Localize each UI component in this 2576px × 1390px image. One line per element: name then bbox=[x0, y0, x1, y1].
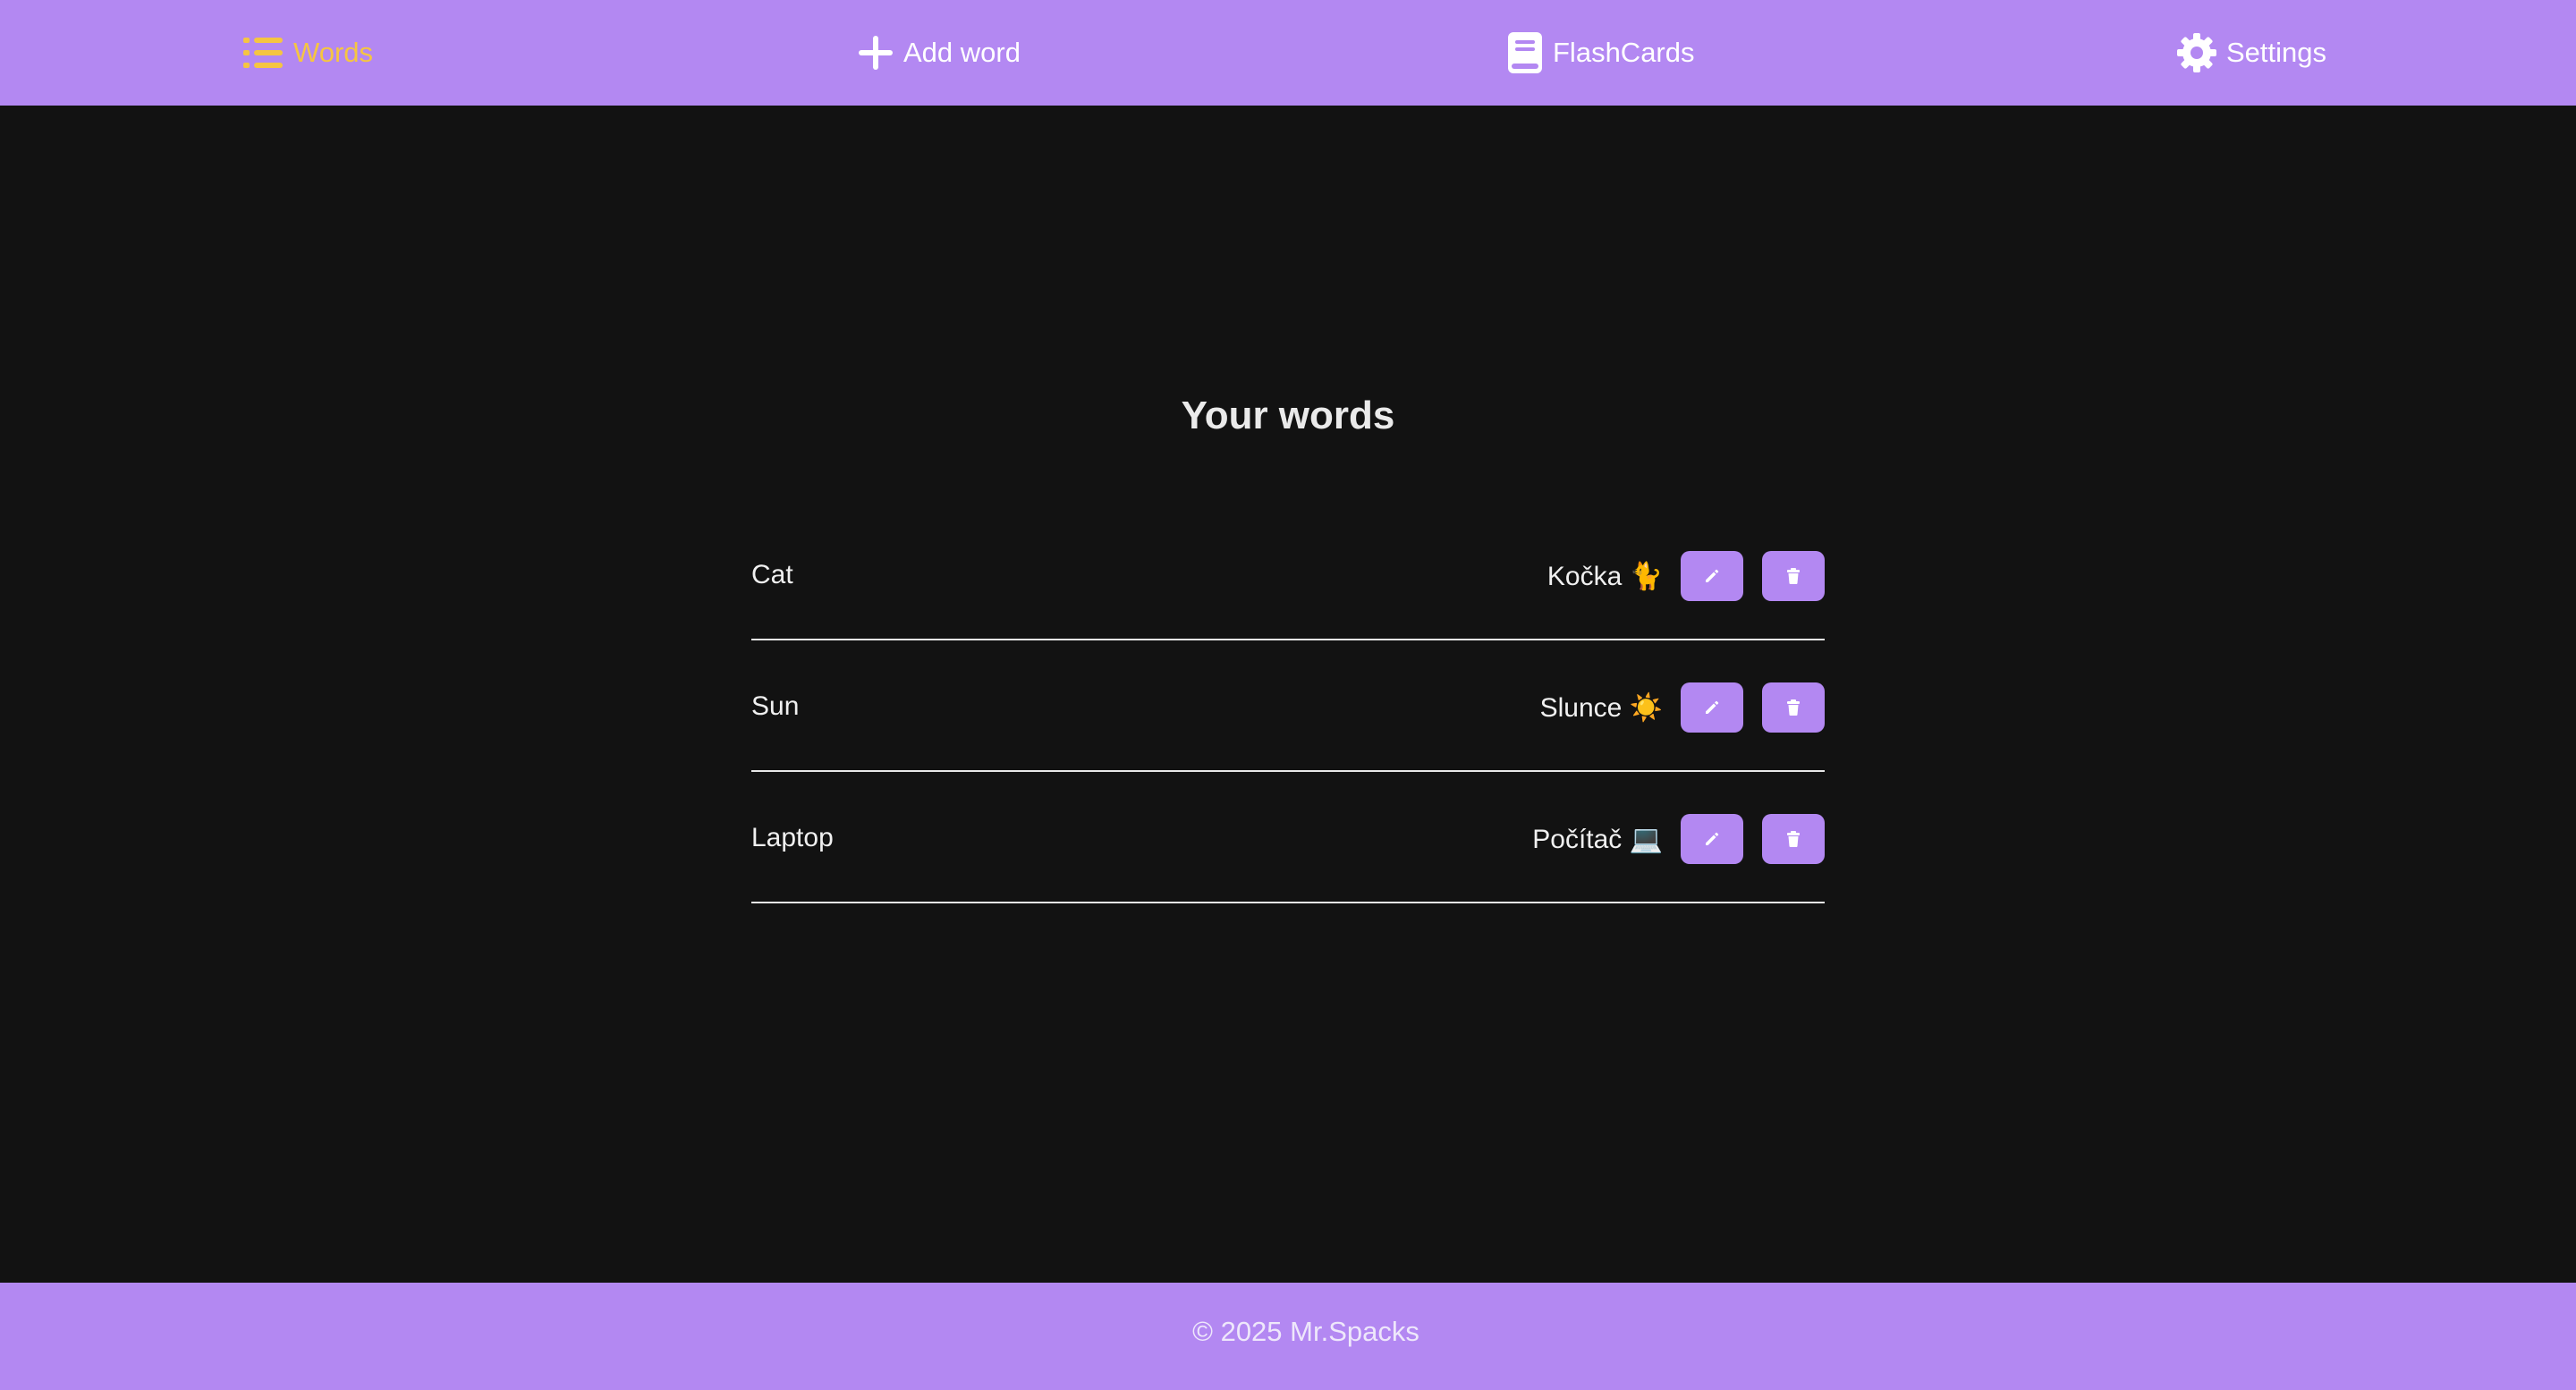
word-list: Cat Kočka 🐈 Sun Slunce ☀️ Laptop Počítač… bbox=[751, 510, 1825, 904]
nav-item-label: Settings bbox=[2226, 37, 2327, 68]
page-title: Your words bbox=[1181, 394, 1395, 437]
word-translation: Kočka 🐈 bbox=[1546, 561, 1663, 591]
nav-item-label: FlashCards bbox=[1553, 37, 1695, 68]
delete-word-button[interactable] bbox=[1762, 814, 1825, 864]
plus-icon bbox=[857, 34, 894, 72]
edit-word-button[interactable] bbox=[1681, 682, 1743, 733]
word-text: Laptop bbox=[751, 823, 834, 852]
word-row: Cat Kočka 🐈 bbox=[751, 510, 1825, 640]
edit-word-button[interactable] bbox=[1681, 814, 1743, 864]
nav-item-label: Add word bbox=[903, 37, 1021, 68]
gear-icon bbox=[2176, 32, 2217, 73]
word-text: Sun bbox=[751, 691, 800, 721]
delete-word-button[interactable] bbox=[1762, 551, 1825, 601]
book-icon bbox=[1506, 31, 1544, 74]
nav-item-flashcards[interactable]: FlashCards bbox=[1506, 0, 1695, 106]
nav-item-label: Words bbox=[293, 37, 374, 68]
delete-word-button[interactable] bbox=[1762, 682, 1825, 733]
word-row: Laptop Počítač 💻 bbox=[751, 773, 1825, 903]
word-translation: Slunce ☀️ bbox=[1539, 692, 1663, 723]
word-row-right: Kočka 🐈 bbox=[1547, 551, 1825, 601]
pencil-icon bbox=[1706, 700, 1719, 714]
copyright-text: © 2025 Mr.Spacks bbox=[1192, 1316, 1419, 1347]
nav-item-settings[interactable]: Settings bbox=[2176, 0, 2326, 106]
edit-word-button[interactable] bbox=[1681, 551, 1743, 601]
trash-icon bbox=[1787, 699, 1800, 716]
top-navbar: Words Add word FlashCards Settings bbox=[0, 0, 2576, 106]
word-row-right: Slunce ☀️ bbox=[1540, 682, 1825, 733]
nav-item-words[interactable]: Words bbox=[242, 0, 373, 106]
trash-icon bbox=[1787, 568, 1800, 584]
list-icon bbox=[242, 35, 284, 71]
pencil-icon bbox=[1706, 569, 1719, 582]
word-row: Sun Slunce ☀️ bbox=[751, 641, 1825, 772]
word-row-right: Počítač 💻 bbox=[1532, 814, 1825, 864]
nav-item-add-word[interactable]: Add word bbox=[857, 0, 1021, 106]
word-text: Cat bbox=[751, 560, 793, 589]
word-translation: Počítač 💻 bbox=[1532, 824, 1663, 854]
trash-icon bbox=[1787, 831, 1800, 847]
pencil-icon bbox=[1706, 832, 1719, 845]
footer: © 2025 Mr.Spacks bbox=[0, 1283, 2576, 1390]
